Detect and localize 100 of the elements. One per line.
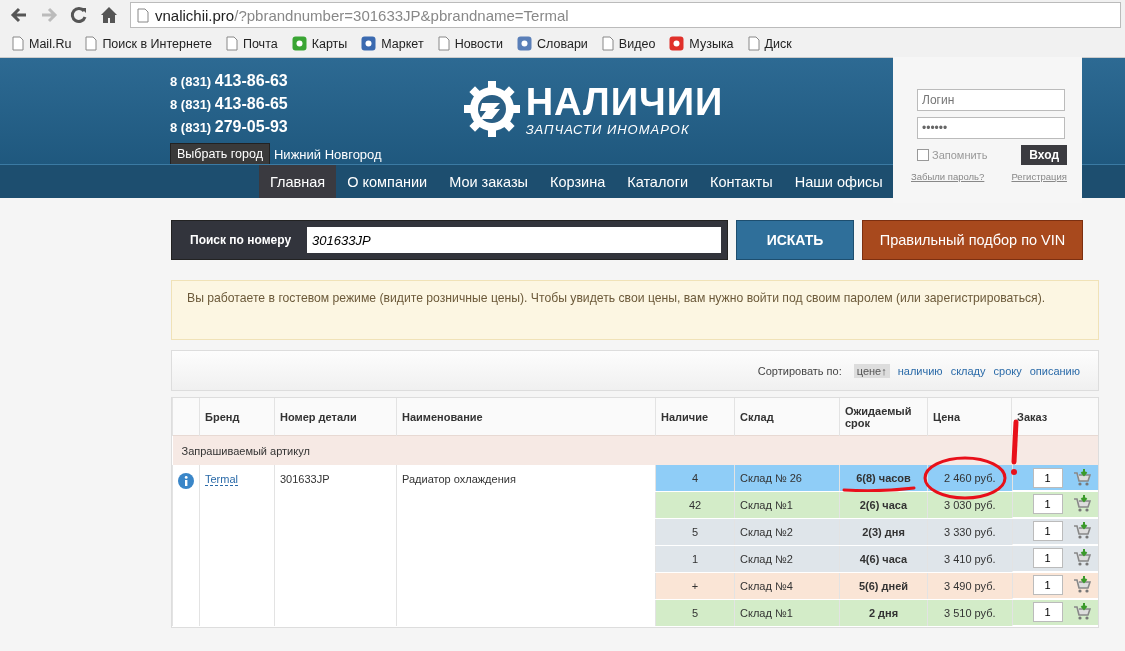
page-icon: [601, 36, 614, 51]
table-cell: 3 410 руб.: [927, 545, 1012, 573]
nav-link[interactable]: О компании: [336, 165, 439, 198]
quantity-field[interactable]: 1: [1032, 575, 1063, 595]
column-header: Бренд: [199, 398, 275, 436]
page-icon: [85, 36, 98, 51]
table-cell: 301633JP: [274, 465, 397, 627]
bookmark[interactable]: Музыка: [669, 36, 734, 51]
url-text: vnalichii.pro/?pbrandnumber=301633JP&pbrandname=Termal: [155, 6, 569, 24]
table-cell: Склад №2: [734, 518, 840, 546]
column-header: Цена: [927, 398, 1012, 436]
bookmark[interactable]: Карты: [291, 36, 348, 51]
table-cell: Радиатор охлаждения: [396, 465, 656, 627]
sort-option[interactable]: сроку: [993, 364, 1022, 377]
cart-icon[interactable]: [1072, 603, 1091, 621]
gear-icon: [461, 79, 522, 139]
group-header: Запрашиваемый артикул: [172, 435, 1098, 465]
column-header: Заказ: [1011, 398, 1098, 436]
sort-option[interactable]: складу: [950, 364, 986, 377]
table-cell: 1: [655, 545, 735, 573]
cart-icon[interactable]: [1072, 495, 1091, 513]
page-icon: [225, 36, 238, 51]
table-cell: 2(3) дня: [839, 518, 928, 546]
table-cell: 5: [655, 599, 735, 627]
table-cell: Склад № 26: [734, 465, 840, 492]
table-cell: 5: [655, 518, 735, 546]
nav-link[interactable]: Контакты: [699, 165, 784, 198]
forgot-password-link[interactable]: Забыли пароль?: [911, 171, 985, 182]
table-cell: Склад №4: [734, 572, 840, 600]
table-cell: Склад №2: [734, 545, 840, 573]
bookmark[interactable]: Словари: [517, 36, 588, 51]
nav-link[interactable]: Корзина: [538, 165, 617, 198]
city-button[interactable]: Выбрать город: [170, 143, 270, 165]
phone-number: 8 (831) 279-05-93: [170, 117, 289, 137]
bookmark[interactable]: Диск: [747, 36, 792, 51]
search-button[interactable]: ИСКАТЬ: [736, 220, 854, 260]
bookmark[interactable]: Почта: [225, 36, 278, 51]
table-cell: 4: [655, 465, 735, 492]
quantity-field[interactable]: 1: [1032, 548, 1063, 568]
cart-icon[interactable]: [1072, 549, 1091, 567]
search-label: Поиск по номеру: [190, 233, 292, 247]
table-cell: 5(6) дней: [839, 572, 928, 600]
table-cell: 3 330 руб.: [927, 518, 1012, 546]
table-cell: 4(6) часа: [839, 545, 928, 573]
cart-icon[interactable]: [1072, 576, 1091, 594]
quantity-field[interactable]: 1: [1032, 602, 1063, 622]
back-icon: [10, 7, 28, 23]
bookmark[interactable]: Поиск в Интернете: [85, 36, 212, 51]
page-icon: [137, 7, 149, 23]
city-name: Нижний Новгород: [274, 146, 382, 162]
table-cell: 2(6) часа: [839, 491, 928, 519]
table-cell: +: [655, 572, 735, 600]
sort-option[interactable]: наличию: [897, 364, 943, 377]
cart-icon[interactable]: [1072, 468, 1091, 487]
vin-button[interactable]: Правильный подбор по VIN: [862, 220, 1083, 260]
page-icon: [12, 36, 24, 51]
nav-link[interactable]: Главная: [259, 165, 337, 198]
quantity-field[interactable]: 1: [1032, 467, 1063, 488]
table-cell: Склад №1: [734, 599, 840, 627]
column-header: Наличие: [655, 398, 735, 436]
nav-link[interactable]: Каталоги: [616, 165, 699, 198]
bookmark[interactable]: Маркет: [361, 36, 424, 51]
page-icon: [747, 36, 760, 51]
cart-icon[interactable]: [1072, 522, 1091, 540]
quantity-field[interactable]: 1: [1032, 521, 1063, 541]
table-cell: 3 510 руб.: [927, 599, 1012, 627]
sort-label: Сортировать по:: [757, 364, 842, 377]
guest-notice: Вы работаете в гостевом режиме (видите розничные цены). Чтобы увидеть свои цены, вам нужно войти под своим паролем (или зарегистрироваться).: [171, 280, 1099, 340]
brand-link[interactable]: Termal: [205, 473, 238, 486]
table-cell: 2 дня: [839, 599, 928, 627]
info-icon: [178, 473, 194, 489]
address-bar[interactable]: vnalichii.pro/?pbrandnumber=301633JP&pbrandname=Termal: [130, 2, 1121, 28]
sort-option[interactable]: цене↑: [853, 363, 890, 378]
forward-icon: [40, 7, 58, 23]
sort-option[interactable]: описанию: [1029, 364, 1080, 377]
table-cell: 6(8) часов: [839, 465, 928, 492]
hand-drawn-exclamation-mark: [1009, 419, 1020, 477]
table-cell: 3 490 руб.: [927, 572, 1012, 600]
home-icon: [100, 6, 118, 24]
phone-number: 8 (831) 413-86-65: [170, 94, 289, 114]
search-field[interactable]: 301633JP: [307, 227, 721, 253]
bookmark[interactable]: Mail.Ru: [12, 36, 72, 51]
bookmark[interactable]: Новости: [437, 36, 503, 51]
bookmark[interactable]: Видео: [601, 36, 656, 51]
phone-number: 8 (831) 413-86-63: [170, 71, 289, 91]
login-button[interactable]: Вход: [1021, 145, 1067, 165]
reload-icon: [70, 6, 88, 24]
quantity-field[interactable]: 1: [1032, 494, 1063, 514]
password-field[interactable]: ••••••: [917, 117, 1065, 139]
table-cell: 42: [655, 491, 735, 519]
nav-link[interactable]: Наши офисы: [783, 165, 894, 198]
nav-link[interactable]: Мои заказы: [438, 165, 539, 198]
logo-title: НАЛИЧИИ: [525, 81, 724, 122]
column-header: Номер детали: [274, 398, 397, 436]
login-field[interactable]: Логин: [917, 89, 1065, 111]
page-icon: [437, 36, 450, 51]
register-link[interactable]: Регистрация: [1011, 171, 1067, 182]
logo-subtitle: ЗАПЧАСТИ ИНОМАРОК: [525, 121, 691, 137]
column-header: Наименование: [396, 398, 656, 436]
table-cell: Склад №1: [734, 491, 840, 519]
